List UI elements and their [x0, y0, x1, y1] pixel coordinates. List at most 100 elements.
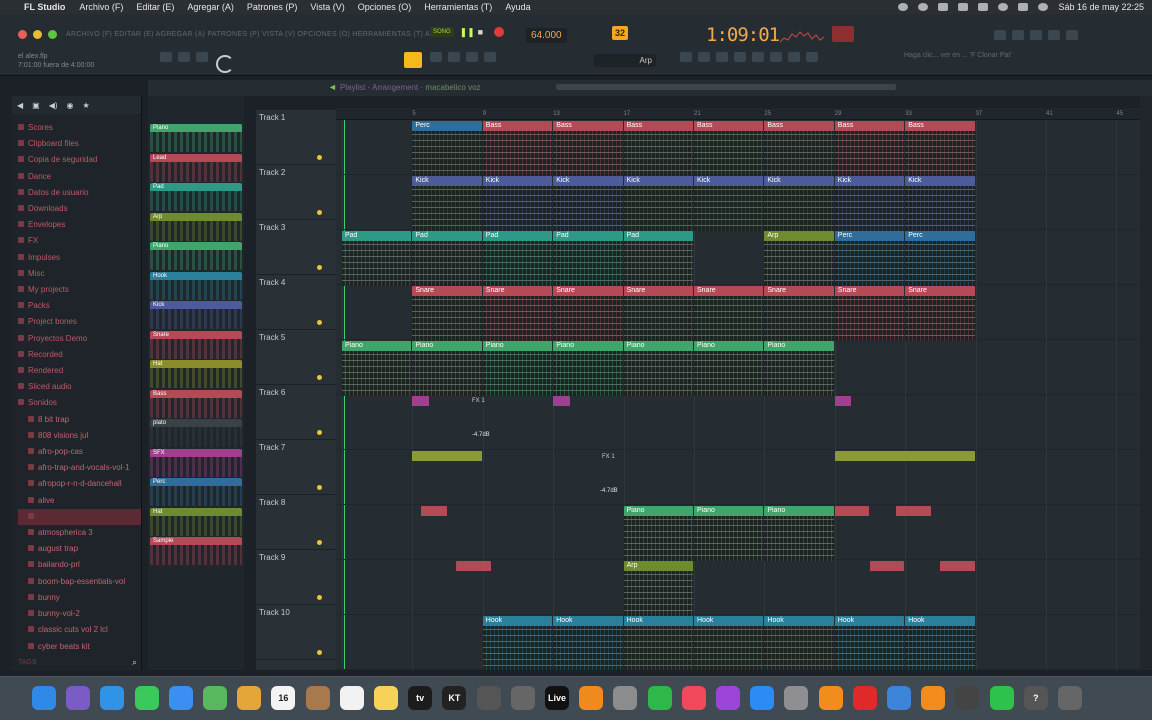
track-mute-led[interactable]: [317, 265, 322, 270]
browser-sound-folder[interactable]: 8 bit trap: [18, 412, 141, 428]
browser-folder[interactable]: Sliced audio: [18, 379, 141, 395]
help-icon[interactable]: ?: [1023, 686, 1048, 710]
playlist-clip[interactable]: Kick: [834, 176, 905, 231]
browser-sound-folder[interactable]: alive: [18, 493, 141, 509]
picker-pattern[interactable]: Snare: [150, 330, 242, 359]
playlist-clip[interactable]: Kick: [905, 176, 975, 231]
playlist-scrollbar[interactable]: [556, 84, 896, 90]
messages-icon[interactable]: [134, 686, 159, 710]
play-icon[interactable]: ❚❚: [460, 26, 475, 38]
picker-pattern[interactable]: Hook: [150, 271, 242, 300]
song-mode-button[interactable]: SONG: [430, 27, 454, 37]
browser-folder[interactable]: Proyectos Demo: [18, 331, 141, 347]
playlist-clip[interactable]: Kick: [553, 176, 623, 231]
fl-main-menu[interactable]: ARCHIVO (F) EDITAR (E) AGREGAR (A) PATRO…: [66, 31, 450, 38]
playlist-clip[interactable]: Piano: [764, 506, 834, 561]
browser-folder[interactable]: Dance: [18, 169, 141, 185]
playlist-clip[interactable]: Hook: [905, 616, 975, 670]
track-mute-led[interactable]: [317, 210, 322, 215]
picker-pattern[interactable]: Piano: [150, 124, 242, 152]
playlist-clip[interactable]: Snare: [905, 286, 975, 341]
track-mute-led[interactable]: [317, 540, 322, 545]
logic-icon[interactable]: [579, 686, 604, 710]
browser-sound-folder[interactable]: bailando-prl: [18, 557, 141, 573]
browser-folder[interactable]: Recorded: [18, 347, 141, 363]
playlist-clip[interactable]: Bass: [553, 121, 623, 176]
minimize-window-icon[interactable]: [33, 30, 42, 39]
short-clip[interactable]: [834, 506, 869, 518]
browser-sound-folder[interactable]: august trap: [18, 541, 141, 557]
plugin-icon[interactable]: [752, 52, 764, 62]
menu-archivo[interactable]: Archivo (F): [79, 2, 123, 12]
menu-patrones[interactable]: Patrones (P): [247, 2, 298, 12]
master-volume-icon[interactable]: [832, 26, 854, 42]
playlist-clip[interactable]: Bass: [482, 121, 553, 176]
fl-studio-2-icon[interactable]: [921, 686, 946, 710]
menubar-clock[interactable]: Sáb 16 de may 22:25: [1058, 2, 1144, 12]
browser-sound-folder[interactable]: classic cuts vol 2 lcl: [18, 622, 141, 638]
tool-arrow-icon[interactable]: [430, 52, 442, 62]
trash-icon[interactable]: [1058, 686, 1082, 710]
browser-sound-folder[interactable]: atmospherica 3: [18, 525, 141, 541]
track-header[interactable]: Track 8: [256, 495, 336, 550]
playlist-clip[interactable]: Perc: [834, 231, 905, 286]
track-header[interactable]: Track 9: [256, 550, 336, 605]
playlist-clip[interactable]: Hook: [553, 616, 623, 670]
short-clip[interactable]: [834, 451, 975, 463]
playlist-clip[interactable]: Snare: [412, 286, 482, 341]
browser-sound-folder[interactable]: bunny-vol-2: [18, 606, 141, 622]
playlist-clip[interactable]: Snare: [694, 286, 764, 341]
browser-folder[interactable]: Datos de usuario: [18, 185, 141, 201]
tool-paint-icon[interactable]: [178, 52, 190, 62]
browser-folder-icon[interactable]: ▣: [32, 101, 40, 110]
bluetooth-icon[interactable]: [958, 3, 969, 11]
track-mute-led[interactable]: [317, 375, 322, 380]
short-clip[interactable]: [834, 396, 852, 408]
playlist-clip[interactable]: Snare: [553, 286, 623, 341]
appstore-icon[interactable]: [750, 686, 775, 710]
record-icon[interactable]: [493, 27, 504, 37]
playlist-clip[interactable]: Piano: [764, 341, 834, 396]
mixer-2-icon[interactable]: [955, 686, 980, 710]
track-mute-led[interactable]: [317, 320, 322, 325]
playlist-clip[interactable]: Kick: [623, 176, 693, 231]
browser-folder[interactable]: Project bones: [18, 314, 141, 330]
playlist-clip[interactable]: Pad: [623, 231, 693, 286]
playlist-clip[interactable]: Piano: [412, 341, 482, 396]
playlist-clip[interactable]: Perc: [905, 231, 975, 286]
track-header[interactable]: Track 5: [256, 330, 336, 385]
browser-sound-folder[interactable]: afro-pop-cas: [18, 444, 141, 460]
help-toolbar-icon[interactable]: [1030, 30, 1042, 40]
playlist-clip[interactable]: Pad: [342, 231, 412, 286]
playlist-clip[interactable]: Bass: [905, 121, 975, 176]
browser-star-icon[interactable]: ★: [83, 101, 90, 110]
live-icon[interactable]: Live: [545, 686, 569, 710]
short-clip[interactable]: [412, 451, 482, 463]
playlist-grid[interactable]: Perc Bass Bass Bass Bass Bass Bass Bass Kick Kick…: [336, 120, 1140, 670]
timeline-ruler[interactable]: 5 9 13 17 21 25 29 33 37 41 45: [336, 108, 1140, 120]
short-clip[interactable]: [456, 561, 491, 573]
playlist-clip[interactable]: Bass: [623, 121, 693, 176]
browser-folder[interactable]: Sonidos: [18, 395, 141, 411]
picker-pattern[interactable]: Pad: [150, 183, 242, 211]
render-icon[interactable]: [806, 52, 818, 62]
short-clip[interactable]: [412, 396, 429, 408]
safari-icon[interactable]: [100, 686, 125, 710]
track-header[interactable]: Track 3: [256, 220, 336, 275]
short-clip[interactable]: [553, 396, 570, 408]
track-mute-led[interactable]: [317, 650, 322, 655]
browser-sound-folder[interactable]: [18, 508, 141, 526]
finder-icon[interactable]: [32, 686, 56, 710]
browser-view-icon[interactable]: [770, 52, 782, 62]
picker-pattern[interactable]: plato: [150, 419, 242, 447]
menu-vista[interactable]: Vista (V): [310, 2, 344, 12]
track-header[interactable]: Track 2: [256, 165, 336, 220]
control-center-icon[interactable]: [1018, 3, 1029, 11]
photos-icon[interactable]: [237, 686, 262, 710]
picker-pattern[interactable]: Kick: [150, 301, 242, 329]
calendar-icon[interactable]: 16: [271, 686, 296, 710]
track-mute-led[interactable]: [317, 595, 322, 600]
playlist-clip[interactable]: Hook: [623, 616, 693, 670]
piano-roll-icon[interactable]: [698, 52, 710, 62]
playlist-clip[interactable]: Pad: [482, 231, 553, 286]
